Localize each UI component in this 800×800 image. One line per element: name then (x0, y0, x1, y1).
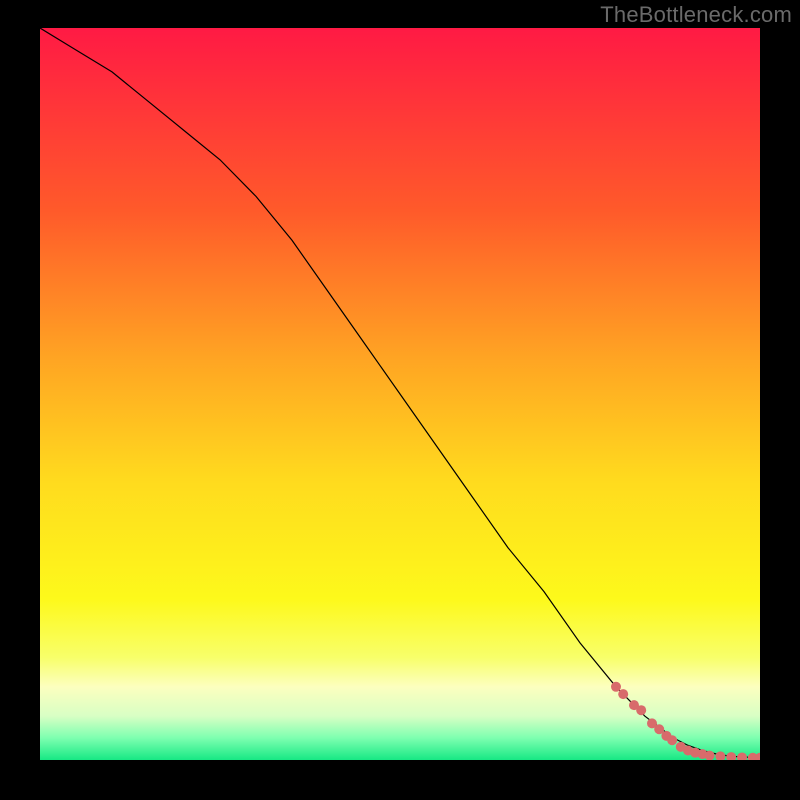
chart-marker (611, 682, 621, 692)
figure-frame: TheBottleneck.com (0, 0, 800, 800)
chart-container (40, 28, 760, 760)
chart-marker (636, 705, 646, 715)
watermark-label: TheBottleneck.com (600, 2, 792, 28)
bottleneck-curve-chart (40, 28, 760, 760)
chart-marker (618, 689, 628, 699)
chart-marker (667, 735, 677, 745)
